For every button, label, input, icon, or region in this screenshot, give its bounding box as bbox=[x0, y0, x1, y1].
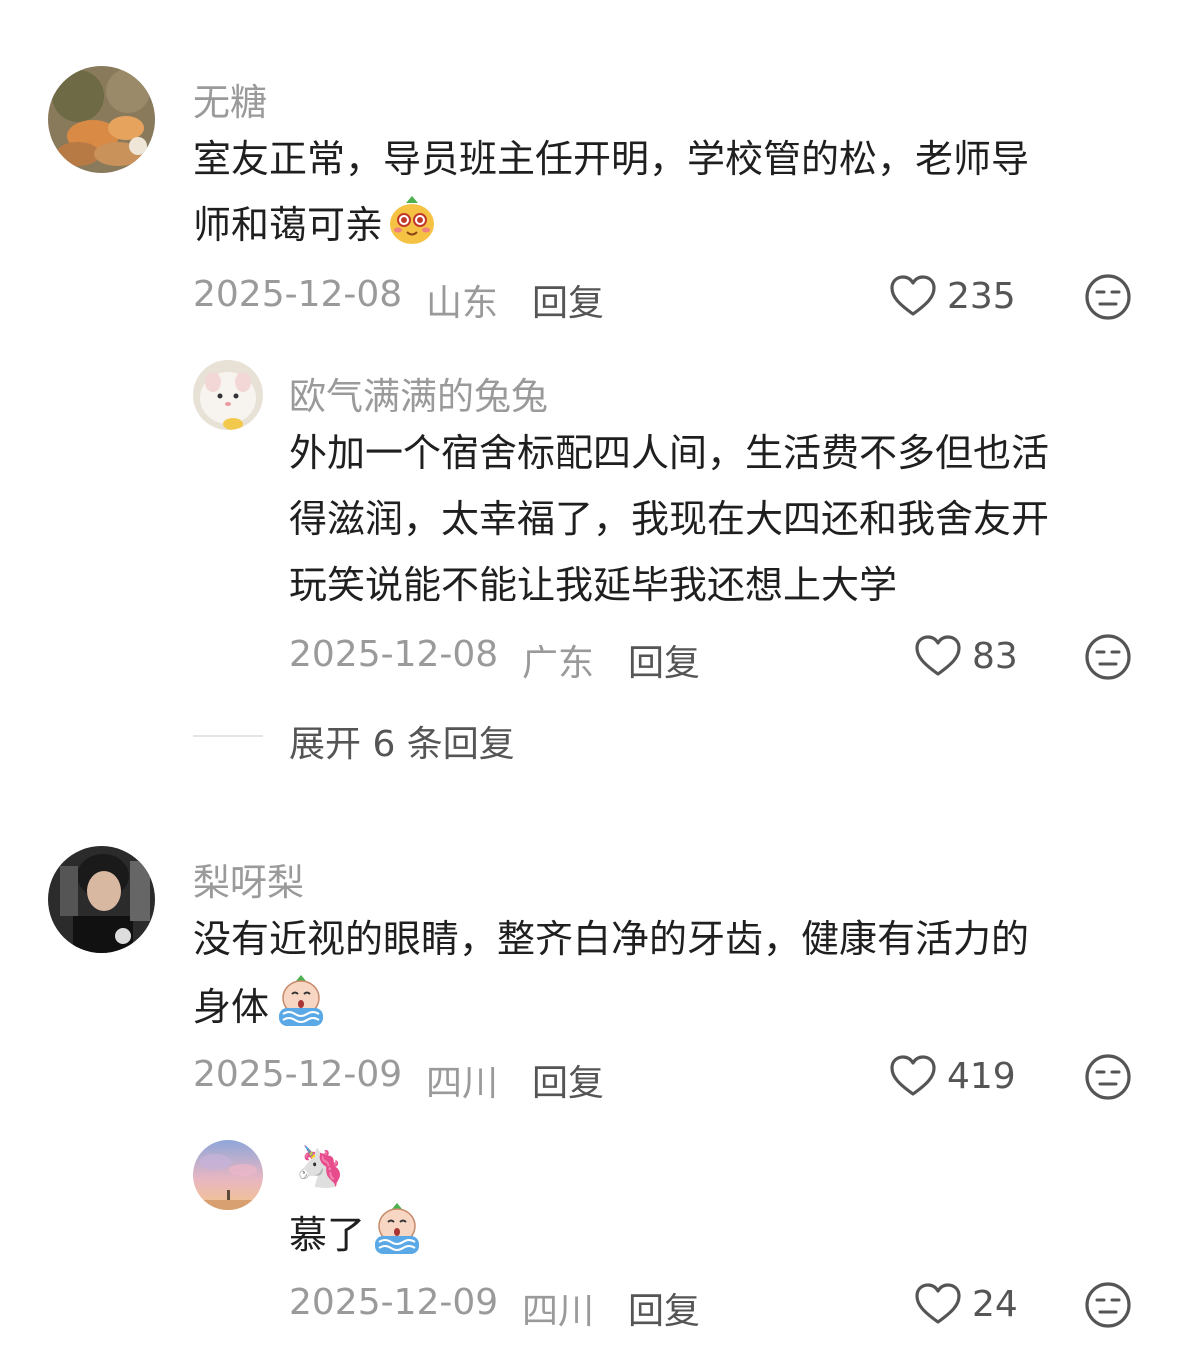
crying-emoji-icon bbox=[369, 1200, 425, 1276]
comment-location: 山东 bbox=[426, 283, 499, 324]
meh-face-icon[interactable] bbox=[1084, 1053, 1132, 1101]
reply-button[interactable]: 回复 bbox=[628, 634, 700, 686]
reply-username[interactable]: 🦄 bbox=[295, 1143, 345, 1190]
username[interactable]: 无糖 bbox=[193, 72, 267, 126]
reply-location: 四川 bbox=[522, 1291, 595, 1332]
reply-line: 得滋润，太幸福了，我现在大四还和我舍友开 bbox=[289, 497, 1050, 541]
reply-date: 2025-12-09 bbox=[289, 1282, 499, 1323]
avatar[interactable] bbox=[48, 66, 155, 173]
divider bbox=[193, 735, 263, 737]
heart-outline-icon[interactable] bbox=[914, 1282, 962, 1326]
reply-line: 慕了 bbox=[289, 1213, 366, 1257]
comment-line: 没有近视的眼睛，整齐白净的牙齿，健康有活力的 bbox=[193, 917, 1030, 961]
like-count: 83 bbox=[972, 636, 1018, 677]
reply-text: 慕了 bbox=[289, 1200, 1139, 1276]
heart-outline-icon[interactable] bbox=[889, 274, 937, 318]
comment-date: 2025-12-09 bbox=[193, 1054, 403, 1095]
reply-avatar[interactable] bbox=[193, 1140, 263, 1210]
comment-line-with-emoji: 师和蔼可亲 bbox=[193, 192, 1133, 266]
meh-face-icon[interactable] bbox=[1084, 1281, 1132, 1329]
reply-button[interactable]: 回复 bbox=[532, 1054, 604, 1106]
pear-smile-emoji-icon bbox=[387, 194, 437, 266]
like-count: 235 bbox=[947, 276, 1016, 317]
reply-text: 外加一个宿舍标配四人间，生活费不多但也活 得滋润，太幸福了，我现在大四还和我舍友… bbox=[289, 420, 1139, 618]
expand-replies-button[interactable]: 展开 6 条回复 bbox=[289, 715, 515, 767]
meh-face-icon[interactable] bbox=[1084, 633, 1132, 681]
reply-button[interactable]: 回复 bbox=[532, 274, 604, 326]
username[interactable]: 梨呀梨 bbox=[193, 852, 304, 906]
reply-avatar[interactable] bbox=[193, 360, 263, 430]
comment-line: 师和蔼可亲 bbox=[193, 203, 384, 247]
crying-emoji-icon bbox=[273, 972, 329, 1048]
comment-text: 室友正常，导员班主任开明，学校管的松，老师导 师和蔼可亲 bbox=[193, 126, 1133, 266]
reply-username[interactable]: 欧气满满的兔兔 bbox=[289, 366, 548, 420]
reply-date: 2025-12-08 bbox=[289, 634, 499, 675]
like-count: 24 bbox=[972, 1284, 1018, 1325]
comment-date: 2025-12-08 bbox=[193, 274, 403, 315]
meh-face-icon[interactable] bbox=[1084, 273, 1132, 321]
comment-line: 室友正常，导员班主任开明，学校管的松，老师导 bbox=[193, 137, 1030, 181]
reply-line: 玩笑说能不能让我延毕我还想上大学 bbox=[289, 563, 898, 607]
comment-line-with-emoji: 身体 bbox=[193, 972, 1133, 1048]
reply-line: 外加一个宿舍标配四人间，生活费不多但也活 bbox=[289, 431, 1050, 475]
like-count: 419 bbox=[947, 1056, 1016, 1097]
reply-location: 广东 bbox=[522, 643, 595, 684]
comment-location: 四川 bbox=[426, 1063, 499, 1104]
reply-button[interactable]: 回复 bbox=[628, 1282, 700, 1334]
avatar[interactable] bbox=[48, 846, 155, 953]
comment-line: 身体 bbox=[193, 985, 270, 1029]
reply-line-with-emoji: 慕了 bbox=[289, 1200, 1139, 1276]
heart-outline-icon[interactable] bbox=[889, 1054, 937, 1098]
comment-text: 没有近视的眼睛，整齐白净的牙齿，健康有活力的 身体 bbox=[193, 906, 1133, 1048]
heart-outline-icon[interactable] bbox=[914, 634, 962, 678]
